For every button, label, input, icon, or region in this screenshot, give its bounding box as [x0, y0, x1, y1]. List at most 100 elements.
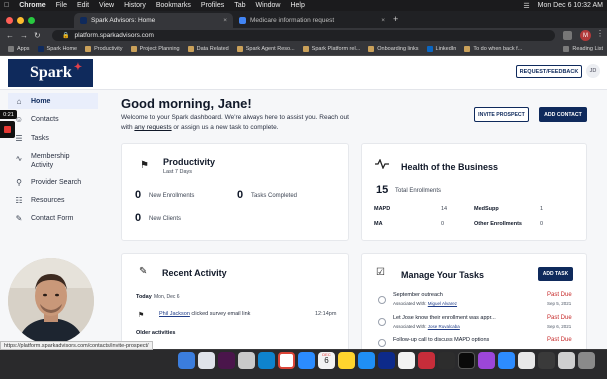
bookmark-spark-platform[interactable]: Spark Platform rel... [302, 46, 360, 52]
sidebar-item-label: Resources [31, 196, 65, 204]
asana-icon[interactable] [418, 352, 435, 369]
sidebar-item-tasks[interactable]: ☰ Tasks [8, 130, 98, 146]
tab-spark-home[interactable]: Spark Advisors: Home × [74, 13, 233, 28]
tasks-card: ☑ Manage Your Tasks ADD TASK September o… [361, 253, 587, 353]
activity-entry-text: clicked survey email link [189, 311, 251, 317]
control-center-icon[interactable]: ☰ [523, 2, 529, 10]
forward-icon[interactable]: → [20, 31, 28, 40]
music-icon[interactable] [438, 352, 455, 369]
downloads-icon[interactable] [558, 352, 575, 369]
task-title[interactable]: September outreach [393, 292, 443, 298]
zoom-window-icon[interactable] [28, 17, 35, 24]
reload-icon[interactable]: ↻ [34, 31, 41, 40]
system-preferences-icon[interactable] [238, 352, 255, 369]
any-requests-link[interactable]: any requests [134, 124, 171, 131]
assoc-contact-link[interactable]: Jose Ruvalcaba [428, 324, 460, 329]
minimize-window-icon[interactable] [17, 17, 24, 24]
request-feedback-button[interactable]: REQUEST/FEEDBACK [516, 65, 582, 78]
launchpad-icon[interactable] [198, 352, 215, 369]
user-avatar[interactable]: JD [586, 64, 600, 78]
finder-icon[interactable] [178, 352, 195, 369]
apple-tv-icon[interactable] [458, 352, 475, 369]
pulse-icon [375, 159, 389, 169]
apple-icon[interactable]:  [4, 2, 9, 9]
tab-medicare-request[interactable]: Medicare information request × [233, 13, 391, 28]
task-title[interactable]: Let Jose know their enrollment was appr.… [393, 315, 496, 321]
reading-list[interactable]: Reading List [563, 46, 603, 52]
menu-view[interactable]: View [99, 2, 114, 9]
menu-file[interactable]: File [56, 2, 67, 9]
vpn-icon[interactable] [378, 352, 395, 369]
calendar-icon[interactable]: DEC 6 [318, 352, 335, 369]
sidebar-item-contact-form[interactable]: ✎ Contact Form [8, 210, 98, 226]
menu-history[interactable]: History [124, 2, 146, 9]
close-tab-icon[interactable]: × [375, 17, 385, 24]
spark-icon [37, 46, 44, 52]
close-tab-icon[interactable]: × [217, 17, 227, 24]
status-badge: Past Due [547, 315, 572, 321]
menu-profiles[interactable]: Profiles [201, 2, 224, 9]
bookmark-apps[interactable]: Apps [8, 46, 30, 52]
task-checkbox[interactable] [378, 339, 386, 347]
menu-app-name[interactable]: Chrome [19, 2, 45, 9]
back-icon[interactable]: ← [6, 31, 14, 40]
trash-icon[interactable] [578, 352, 595, 369]
bookmark-spark-home[interactable]: Spark Home [37, 46, 77, 52]
link-hover-url: https://platform.sparkadvisors.com/conta… [0, 341, 153, 350]
menu-edit[interactable]: Edit [77, 2, 89, 9]
sidebar-item-provider-search[interactable]: ⚲ Provider Search [8, 174, 98, 190]
profile-icon[interactable]: M [580, 30, 591, 41]
webcam-bubble[interactable] [8, 258, 94, 344]
stop-recording-icon[interactable] [4, 126, 11, 133]
sidebar-item-membership-activity[interactable]: ∿ Membership Activity [8, 152, 98, 174]
more-menu-icon[interactable]: ⋮ [596, 29, 604, 38]
total-enrollments-value: 15 [376, 184, 389, 196]
task-due-date: Sep 6, 2021 [547, 324, 572, 329]
assoc-contact-link[interactable]: Miguel Alvarez [428, 301, 457, 306]
invite-prospect-button[interactable]: INVITE PROSPECT [474, 107, 529, 122]
menu-datetime[interactable]: Mon Dec 6 10:32 AM [538, 2, 603, 9]
task-checkbox[interactable] [378, 296, 386, 304]
bookmark-productivity[interactable]: Productivity [85, 46, 123, 52]
app-store-icon[interactable] [358, 352, 375, 369]
task-title[interactable]: Follow-up call to discuss MAPD options [393, 337, 489, 343]
sidebar-item-resources[interactable]: ☷ Resources [8, 192, 98, 208]
recording-controls[interactable] [0, 121, 15, 138]
menu-tab[interactable]: Tab [234, 2, 245, 9]
close-window-icon[interactable] [6, 17, 13, 24]
task-checkbox[interactable] [378, 318, 386, 326]
preview-icon[interactable] [518, 352, 535, 369]
bookmark-spark-agent[interactable]: Spark Agent Reso... [236, 46, 295, 52]
sidebar-item-home[interactable]: ⌂ Home [8, 93, 98, 109]
total-enrollments-label: Total Enrollments [395, 188, 442, 194]
contact-link[interactable]: Phil Jackson [159, 311, 190, 317]
today-label: Today [136, 294, 152, 300]
menu-help[interactable]: Help [290, 2, 304, 9]
new-tab-icon[interactable]: + [393, 14, 398, 24]
form-icon: ✎ [15, 213, 23, 223]
sidebar-item-contacts[interactable]: ☺ Contacts [8, 111, 98, 127]
bookmark-project-planning[interactable]: Project Planning [130, 46, 180, 52]
chrome-icon[interactable] [278, 352, 295, 369]
add-task-button[interactable]: ADD TASK [538, 267, 573, 281]
macos-menu-bar:  Chrome File Edit View History Bookmark… [0, 0, 607, 11]
bookmark-onboarding[interactable]: Onboarding links [368, 46, 419, 52]
bookmark-todo[interactable]: To do when back f... [464, 46, 522, 52]
safari-icon[interactable] [258, 352, 275, 369]
other-enrollments-value: 0 [540, 221, 544, 227]
slack-icon[interactable] [218, 352, 235, 369]
bookmark-data-related[interactable]: Data Related [187, 46, 229, 52]
screenshot-icon[interactable] [538, 352, 555, 369]
notes-icon[interactable] [338, 352, 355, 369]
address-bar[interactable]: 🔒 platform.sparkadvisors.com [52, 30, 555, 41]
spark-logo[interactable]: Spark ✦ [8, 59, 93, 87]
menu-bookmarks[interactable]: Bookmarks [156, 2, 191, 9]
menu-window[interactable]: Window [256, 2, 281, 9]
mail-icon[interactable] [298, 352, 315, 369]
extensions-icon[interactable] [563, 31, 572, 40]
zoom-icon[interactable] [498, 352, 515, 369]
bookmark-linkedin[interactable]: LinkedIn [426, 46, 456, 52]
podcasts-icon[interactable] [478, 352, 495, 369]
figma-icon[interactable] [398, 352, 415, 369]
add-contact-button[interactable]: ADD CONTACT [539, 107, 587, 122]
